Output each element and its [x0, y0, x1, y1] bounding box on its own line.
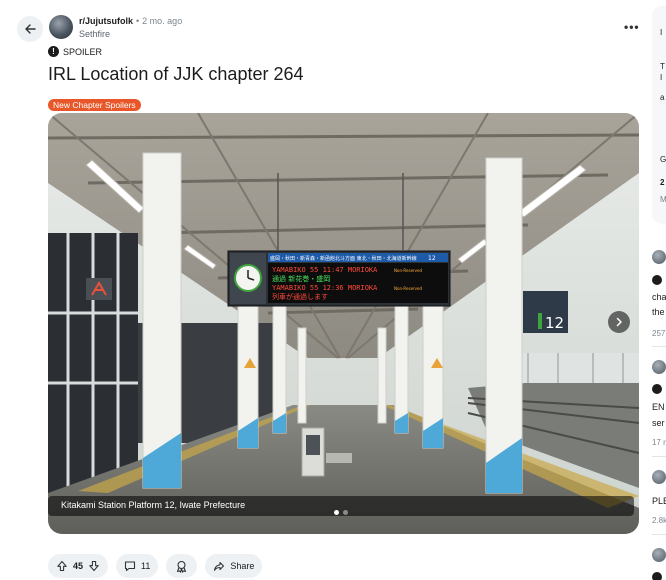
vote-count: 45 [73, 561, 84, 571]
board-header: 盛岡・秋田・新青森・新函館北斗方面 東北・秋田・北海道新幹線 [270, 255, 417, 262]
sidebar-card-text-7: M [660, 195, 666, 204]
more-options-button[interactable]: ••• [624, 20, 640, 34]
arrow-left-icon [25, 24, 36, 34]
meta-separator: • [136, 16, 140, 26]
chevron-right-icon [616, 317, 622, 327]
board-track: 12 [428, 255, 436, 262]
sidebar-post-avatar[interactable] [652, 470, 666, 484]
board-reserved-1: Non-Reserved [394, 268, 422, 273]
image-caption: Kitakami Station Platform 12, Iwate Pref… [61, 500, 246, 510]
sidebar-card-text-1: I [660, 28, 663, 37]
spoiler-icon [652, 275, 662, 285]
comments-button[interactable]: 11 [116, 554, 159, 578]
sidebar-card-text-3: I [660, 73, 663, 82]
share-label: Share [230, 561, 255, 571]
sidebar-community-card [652, 6, 666, 224]
post-flair[interactable]: New Chapter Spoilers [48, 99, 141, 111]
sidebar-divider [652, 534, 666, 535]
gallery-dot-1[interactable] [334, 510, 339, 515]
award-icon [177, 560, 187, 573]
spoiler-icon [652, 384, 662, 394]
sidebar-post-avatar[interactable] [652, 360, 666, 374]
sidebar-post-title-line2[interactable]: the [652, 307, 666, 317]
gallery-dot-2[interactable] [343, 510, 348, 515]
downvote-icon[interactable] [88, 560, 100, 572]
board-line-3: YAMABIKO 55 12:36 MORIOKA [272, 284, 378, 292]
sidebar-post-title-line2[interactable]: ser [652, 418, 666, 428]
spoiler-label: SPOILER [63, 46, 103, 57]
board-line-1: YAMABIKO 55 11:47 MORIOKA [272, 266, 378, 274]
comment-icon [124, 561, 136, 572]
post-image-gallery[interactable]: 盛岡・秋田・新青森・新函館北斗方面 東北・秋田・北海道新幹線 12 YAMABI… [48, 113, 639, 534]
sidebar-post-avatar[interactable] [652, 548, 666, 562]
next-image-button[interactable] [608, 311, 630, 333]
post-meta: r/Jujutsufolk • 2 mo. ago [79, 16, 182, 26]
sidebar-post-meta: 257 [652, 329, 666, 338]
author-link[interactable]: Sethfire [79, 29, 110, 39]
sidebar-post-meta: 17 r [652, 438, 666, 447]
sidebar-card-text-2: T [660, 62, 665, 71]
sidebar-card-text-6: 2 [660, 178, 665, 187]
share-icon [214, 561, 225, 571]
platform-sign-number: 12 [545, 314, 564, 332]
sidebar-post-title[interactable]: PLE [652, 496, 666, 506]
share-button[interactable]: Share [205, 554, 263, 578]
subreddit-link[interactable]: r/Jujutsufolk [79, 16, 133, 26]
station-photo: 盛岡・秋田・新青森・新函館北斗方面 東北・秋田・北海道新幹線 12 YAMABI… [48, 113, 639, 534]
sidebar-post-title[interactable]: EN [652, 402, 666, 412]
sidebar-divider [652, 456, 666, 457]
board-line-4: 列車が通過します [272, 292, 328, 301]
spoiler-icon: ! [48, 46, 59, 57]
sidebar-card-text-5: G [660, 155, 666, 164]
sidebar-post-avatar[interactable] [652, 250, 666, 264]
subreddit-avatar[interactable] [49, 15, 73, 39]
comment-count: 11 [141, 561, 151, 571]
post-age: 2 mo. ago [142, 16, 183, 26]
award-button[interactable] [166, 554, 198, 578]
post-page: r/Jujutsufolk • 2 mo. ago Sethfire ••• !… [0, 0, 666, 580]
spoiler-icon [652, 572, 662, 580]
spoiler-tag: ! SPOILER [48, 46, 102, 57]
back-button[interactable] [17, 16, 43, 42]
sidebar-divider [652, 346, 666, 347]
vote-control: 45 [48, 554, 109, 578]
post-title: IRL Location of JJK chapter 264 [48, 64, 304, 84]
upvote-icon[interactable] [56, 560, 68, 572]
gallery-pagination [334, 510, 348, 515]
board-reserved-2: Non-Reserved [394, 286, 422, 291]
sidebar-post-title[interactable]: cha [652, 292, 666, 302]
sidebar-post-meta: 2.8k [652, 516, 666, 525]
post-action-bar: 45 11 Share [48, 554, 263, 578]
sidebar-card-text-4: a [660, 93, 665, 102]
board-line-2: 通過 新花巻・盛岡 [272, 274, 330, 283]
